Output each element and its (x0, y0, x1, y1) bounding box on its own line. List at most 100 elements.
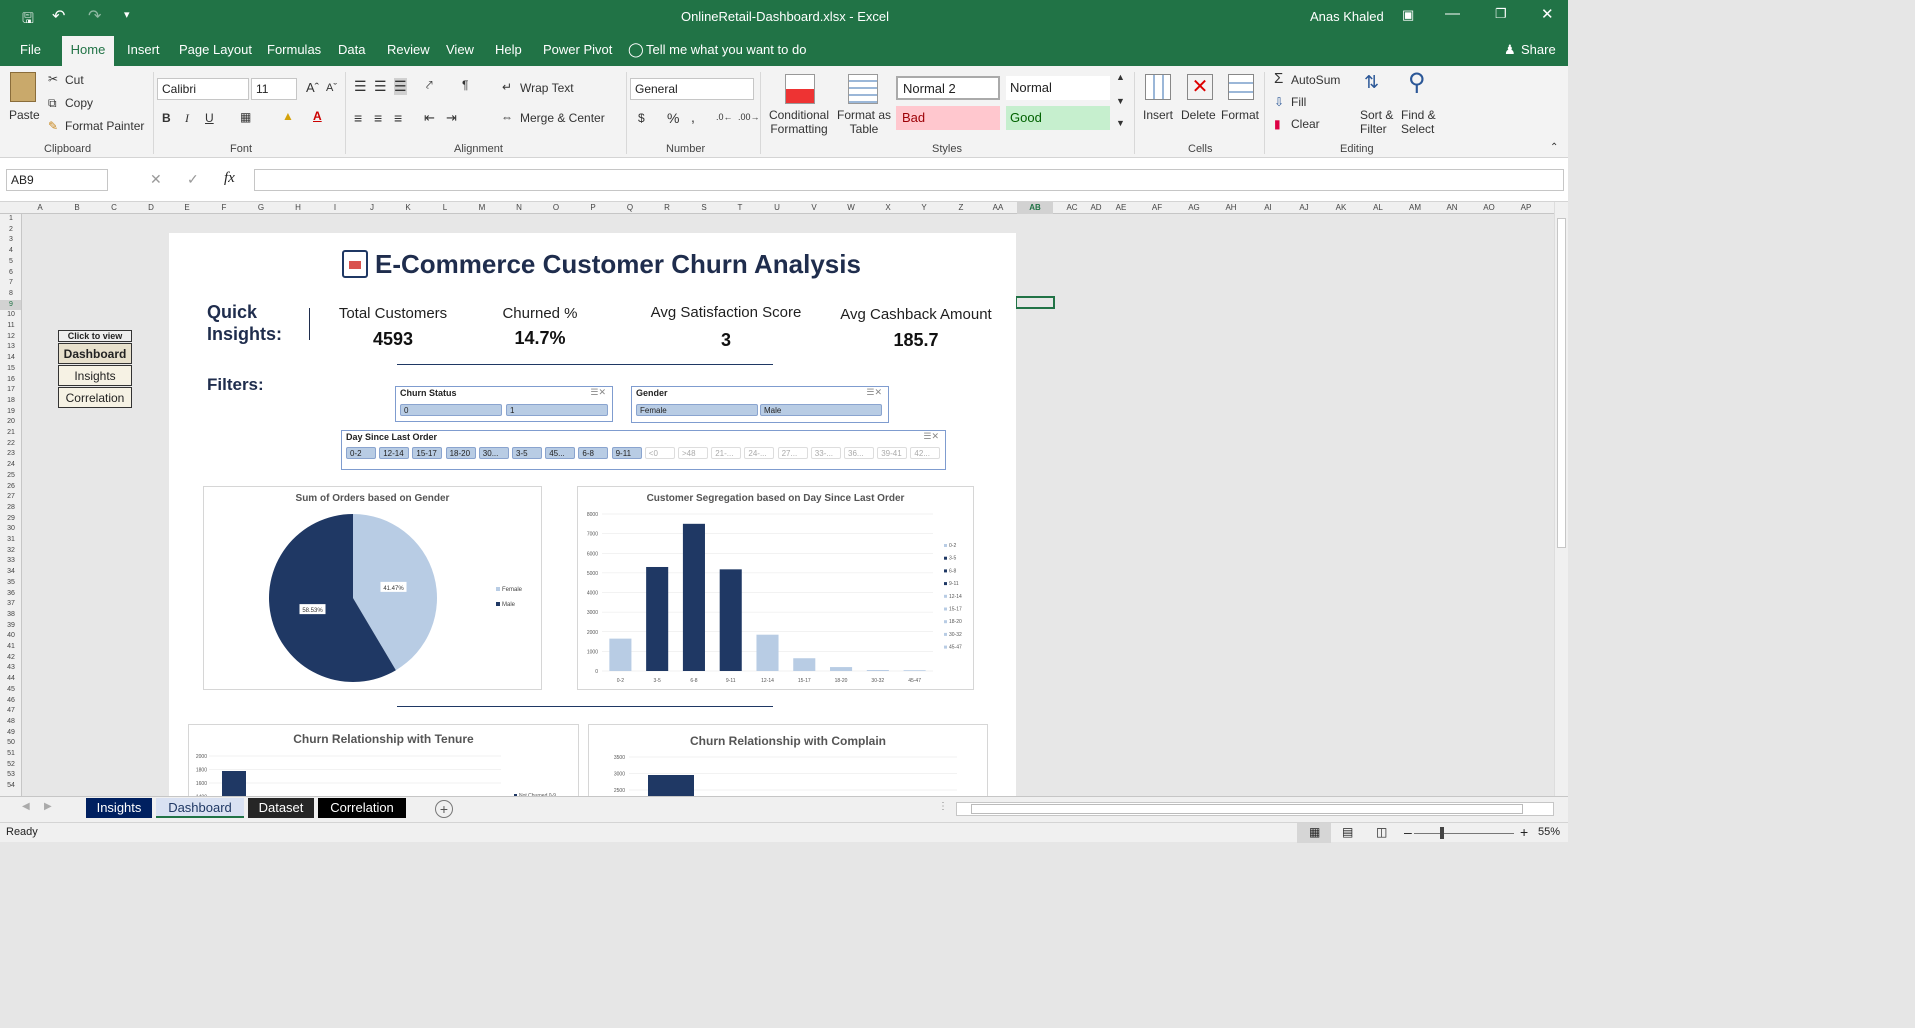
row-header[interactable]: 27 (0, 492, 21, 502)
row-header[interactable]: 51 (0, 749, 21, 759)
column-header[interactable]: AJ (1286, 202, 1322, 214)
orientation-icon[interactable]: ⤤ (426, 78, 433, 93)
formula-input[interactable] (254, 169, 1564, 191)
column-header[interactable]: E (169, 202, 205, 214)
row-header[interactable]: 4 (0, 246, 21, 256)
paste-icon[interactable] (10, 72, 36, 102)
row-header[interactable]: 34 (0, 567, 21, 577)
row-header[interactable]: 19 (0, 407, 21, 417)
tab-help[interactable]: Help (489, 34, 528, 66)
wrap-text-button[interactable]: Wrap Text (520, 81, 574, 95)
tab-view[interactable]: View (440, 34, 480, 66)
row-header[interactable]: 22 (0, 439, 21, 449)
share-button[interactable]: Share (1515, 34, 1562, 66)
tab-insert[interactable]: Insert (121, 34, 166, 66)
row-header[interactable]: 12 (0, 332, 21, 342)
column-header[interactable]: Y (906, 202, 942, 214)
font-size-select[interactable]: 11 (251, 78, 297, 100)
close-icon[interactable]: ✕ (1541, 5, 1554, 23)
row-header[interactable]: 3 (0, 235, 21, 245)
column-header[interactable]: AH (1213, 202, 1249, 214)
slicer-item[interactable]: 42... (910, 447, 941, 459)
column-header[interactable]: AP (1508, 202, 1544, 214)
underline-button[interactable]: U (205, 111, 214, 125)
row-header[interactable]: 7 (0, 278, 21, 288)
insert-button[interactable]: Insert (1143, 108, 1173, 122)
row-header[interactable]: 21 (0, 428, 21, 438)
clear-button[interactable]: Clear (1291, 117, 1320, 131)
column-header[interactable]: F (206, 202, 242, 214)
column-header[interactable]: D (133, 202, 169, 214)
row-header[interactable]: 46 (0, 696, 21, 706)
chart-churn-tenure[interactable]: Churn Relationship with Tenure 2000 1800 1… (188, 724, 579, 805)
row-header[interactable]: 6 (0, 268, 21, 278)
column-header[interactable]: W (833, 202, 869, 214)
style-normal2[interactable]: Normal 2 (896, 76, 1000, 100)
slicer-item[interactable]: 27... (777, 447, 808, 459)
slicer-item[interactable]: 0 (400, 404, 502, 416)
row-header[interactable]: 47 (0, 706, 21, 716)
insert-function-button[interactable]: fx (224, 170, 235, 187)
fill-button[interactable]: Fill (1291, 95, 1306, 109)
fill-color-icon[interactable]: ▲ (282, 109, 294, 123)
column-header[interactable]: B (59, 202, 95, 214)
row-header[interactable]: 24 (0, 460, 21, 470)
column-header[interactable]: Q (612, 202, 648, 214)
slicer-item[interactable]: Male (760, 404, 882, 416)
clear-filter-icon[interactable]: ☰✕ (923, 431, 939, 442)
styles-more-icon[interactable]: ▼ (1116, 118, 1125, 128)
column-header[interactable]: N (501, 202, 537, 214)
vertical-scrollbar[interactable] (1554, 202, 1568, 796)
column-header[interactable]: V (796, 202, 832, 214)
tab-power-pivot[interactable]: Power Pivot (537, 34, 618, 66)
row-header[interactable]: 23 (0, 449, 21, 459)
zoom-slider-thumb[interactable] (1440, 827, 1444, 839)
user-name[interactable]: Anas Khaled (1310, 9, 1384, 24)
page-break-icon[interactable]: ◫ (1376, 825, 1387, 839)
zoom-in-icon[interactable]: + (1520, 824, 1528, 840)
add-sheet-icon[interactable]: + (435, 800, 453, 818)
column-header[interactable]: AE (1103, 202, 1139, 214)
column-header[interactable]: G (243, 202, 279, 214)
slicer-item[interactable]: 6-8 (578, 447, 609, 459)
row-header[interactable]: 25 (0, 471, 21, 481)
conditional-formatting-button[interactable]: Conditional Formatting (766, 108, 832, 136)
font-color-icon[interactable]: A (313, 109, 322, 123)
column-header[interactable]: AO (1471, 202, 1507, 214)
style-normal[interactable]: Normal (1006, 76, 1110, 100)
row-header[interactable]: 49 (0, 728, 21, 738)
column-header[interactable]: AF (1139, 202, 1175, 214)
row-header[interactable]: 15 (0, 364, 21, 374)
sort-filter-button[interactable]: Sort & Filter (1360, 108, 1393, 136)
row-header[interactable]: 18 (0, 396, 21, 406)
tab-review[interactable]: Review (381, 34, 436, 66)
slicer-item[interactable]: 24-... (744, 447, 775, 459)
sheet-tab-correlation[interactable]: Correlation (318, 798, 406, 818)
column-header[interactable]: R (649, 202, 685, 214)
row-header[interactable]: 37 (0, 599, 21, 609)
collapse-ribbon-icon[interactable]: ⌃ (1550, 142, 1558, 153)
slicer-item[interactable]: 12-14 (379, 447, 410, 459)
align-bottom-icon[interactable]: ☰ (394, 78, 407, 95)
row-header[interactable]: 42 (0, 653, 21, 663)
row-header[interactable]: 28 (0, 503, 21, 513)
number-format-select[interactable]: General (630, 78, 754, 100)
grow-font-icon[interactable]: Aˆ (306, 80, 319, 95)
slicer-item[interactable]: 1 (506, 404, 608, 416)
row-header[interactable]: 5 (0, 257, 21, 267)
tab-page-layout[interactable]: Page Layout (173, 34, 258, 66)
format-button[interactable]: Format (1221, 108, 1259, 122)
column-header[interactable]: I (317, 202, 353, 214)
column-header[interactable]: C (96, 202, 132, 214)
column-header[interactable]: J (354, 202, 390, 214)
row-header[interactable]: 41 (0, 642, 21, 652)
horizontal-scroll-thumb[interactable] (971, 804, 1523, 814)
selected-cell[interactable] (1015, 296, 1055, 309)
autosum-button[interactable]: AutoSum (1291, 73, 1340, 87)
row-header[interactable]: 35 (0, 578, 21, 588)
column-header[interactable]: M (464, 202, 500, 214)
align-center-icon[interactable]: ≡ (374, 110, 382, 126)
column-header[interactable]: Z (943, 202, 979, 214)
italic-button[interactable]: I (185, 111, 189, 126)
sheet-tab-dashboard[interactable]: Dashboard (156, 798, 244, 818)
